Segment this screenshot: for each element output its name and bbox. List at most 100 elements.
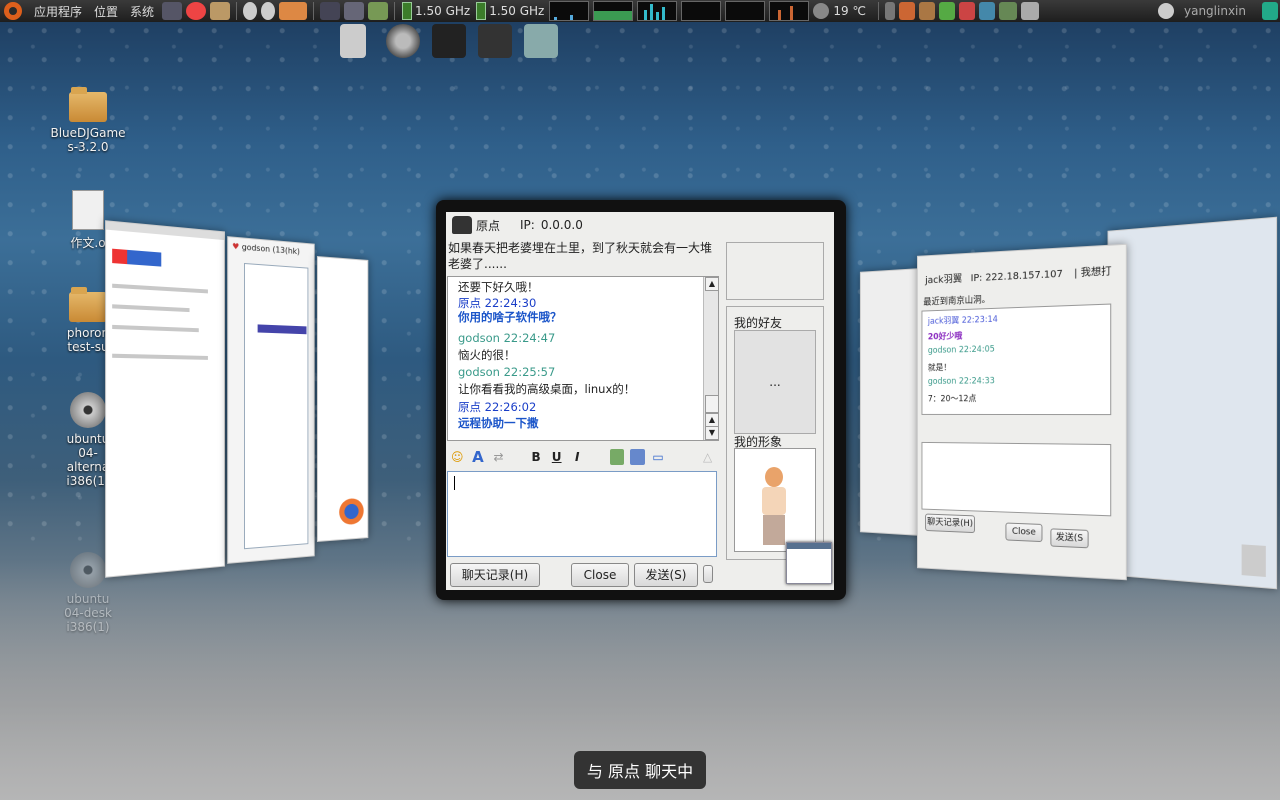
cpu-freq-2[interactable]: 1.50 GHz: [476, 2, 544, 20]
chat-history[interactable]: 还要下好久哦！ 原点 22:24:30 你用的啥子软件哦？ godson 22:24:…: [447, 276, 719, 441]
gnome-icon[interactable]: [386, 24, 420, 58]
history-button[interactable]: 聊天记录(H): [450, 563, 540, 587]
desktop-icon-bluedjgame[interactable]: BlueDJGame s-3.2.0: [42, 92, 134, 154]
gear-icon[interactable]: [1158, 3, 1174, 19]
screenshot-icon[interactable]: [630, 449, 645, 465]
cat-photo-icon[interactable]: [432, 24, 466, 58]
firefox-icon: [339, 498, 364, 525]
contact-photo-frame: [726, 242, 824, 300]
chat-message-line: godson 22:25:57: [458, 365, 555, 379]
send-options-button[interactable]: [703, 565, 713, 583]
close-button[interactable]: Close: [571, 563, 629, 587]
file-cabinet-icon: [1242, 544, 1266, 577]
chat-message-line: 让你看看我的高级桌面，linux的！: [458, 381, 635, 397]
fish-icon[interactable]: [279, 2, 307, 20]
terminal-icon[interactable]: [320, 2, 340, 20]
right-history-button[interactable]: 聊天记录(H): [925, 514, 975, 534]
notes-icon[interactable]: [368, 2, 388, 20]
cat-photo-icon[interactable]: [478, 24, 512, 58]
mem-monitor[interactable]: [593, 1, 633, 21]
right-send-button[interactable]: 发送(S: [1050, 528, 1088, 548]
file-cabinet-icon[interactable]: [340, 24, 366, 58]
tray-app-icon[interactable]: [899, 2, 915, 20]
right-chat-line: godson 22:24:05: [928, 345, 995, 356]
underline-icon[interactable]: U: [549, 449, 564, 465]
tray-app-icon[interactable]: [919, 2, 935, 20]
message-icon[interactable]: ▭: [651, 449, 666, 465]
swap-monitor[interactable]: [681, 1, 721, 21]
godson-chat-thumbnail[interactable]: ♥ godson (13(hk): [227, 236, 315, 564]
folder-icon: [69, 292, 107, 322]
chat-message-line: 原点 22:26:02: [458, 399, 536, 415]
window-thumbnail[interactable]: [860, 268, 919, 536]
menu-applications[interactable]: 应用程序: [28, 3, 88, 20]
ubuntu-logo-icon[interactable]: [4, 2, 22, 20]
chat-window[interactable]: 原点 IP: 0.0.0.0 如果春天把老婆埋在土里，到了秋天就会有一大堆老婆了…: [446, 212, 834, 590]
font-icon[interactable]: A: [471, 449, 486, 465]
firefox-window-thumbnail[interactable]: [317, 256, 368, 542]
cpu-icon: [476, 2, 486, 20]
file-manager-thumbnail[interactable]: [1108, 217, 1278, 590]
disk-monitor[interactable]: [769, 1, 809, 21]
net-monitor[interactable]: [637, 1, 677, 21]
jack-chat-thumbnail[interactable]: jack羽翼 IP: 222.18.157.107 | 我想打 最近到南京山洞。…: [917, 244, 1127, 581]
cpu-freq-1[interactable]: 1.50 GHz: [402, 2, 470, 20]
right-input-box[interactable]: [921, 442, 1111, 516]
friends-box[interactable]: ...: [734, 330, 816, 434]
right-chat-line: godson 22:24:33: [928, 376, 995, 387]
window-icon[interactable]: [344, 2, 364, 20]
menu-places[interactable]: 位置: [88, 3, 124, 20]
friends-more: ...: [735, 375, 815, 389]
right-chat-line: 就是！: [928, 361, 951, 373]
format-toolbar: ☺ A ⇄ B U I ▭ △: [446, 446, 718, 468]
send-button[interactable]: 发送(S): [634, 563, 698, 587]
right-close-button[interactable]: Close: [1005, 523, 1042, 543]
chat-message-line: godson 22:24:47: [458, 331, 555, 345]
bird-icon[interactable]: [524, 24, 558, 58]
eyes-icon[interactable]: [243, 2, 257, 20]
ip-value: 0.0.0.0: [541, 218, 583, 232]
scroll-up-icon[interactable]: ▲: [705, 413, 719, 427]
scroll-down-icon[interactable]: ▼: [705, 426, 719, 440]
eyes-icon[interactable]: [261, 2, 275, 20]
cpu-monitor[interactable]: [549, 1, 589, 21]
mini-window-thumbnail[interactable]: [786, 542, 832, 584]
text-caret: [454, 476, 455, 490]
weather-icon[interactable]: [813, 3, 829, 19]
menu-system[interactable]: 系统: [124, 3, 160, 20]
volume-icon[interactable]: [885, 2, 895, 20]
chat-message-line: 远程协助一下撒: [458, 415, 539, 431]
bold-icon[interactable]: B: [529, 449, 544, 465]
separator: [394, 2, 395, 20]
contact-avatar-icon: [452, 216, 472, 234]
network-icon[interactable]: [979, 2, 995, 20]
logout-icon[interactable]: [1262, 2, 1278, 20]
tray-app-icon[interactable]: [999, 2, 1017, 20]
image-icon[interactable]: [610, 449, 625, 465]
smiley-icon[interactable]: ☺: [450, 449, 465, 465]
user-name[interactable]: yanglinxin: [1184, 4, 1246, 18]
scroll-up-icon[interactable]: ▲: [705, 277, 719, 291]
right-history-pane[interactable]: jack羽翼 22:23:14 20好少哦 godson 22:24:05 就是！ go…: [921, 304, 1111, 416]
avatar-head-icon: [765, 467, 783, 487]
tray-app-icon[interactable]: [939, 2, 955, 20]
help-icon[interactable]: [186, 2, 206, 20]
package-icon[interactable]: [210, 2, 230, 20]
sound-launcher-icon[interactable]: [162, 2, 182, 20]
disc-icon: [70, 392, 106, 428]
load-monitor[interactable]: [725, 1, 765, 21]
nudge-icon[interactable]: ⇄: [491, 449, 506, 465]
browser-window-thumbnail[interactable]: [105, 220, 225, 578]
workspace-switcher-icon[interactable]: [1021, 2, 1039, 20]
history-scrollbar[interactable]: ▲ ▲ ▼: [703, 277, 718, 440]
avatar-legs-icon: [763, 515, 785, 545]
bell-icon[interactable]: △: [700, 449, 715, 465]
switcher-caption: 与 原点 聊天中: [574, 751, 706, 789]
tray-app-icon[interactable]: [959, 2, 975, 20]
right-chat-line: jack羽翼 22:23:14: [928, 313, 998, 327]
message-input[interactable]: [447, 471, 717, 557]
scroll-thumb[interactable]: [705, 395, 719, 413]
folder-icon: [69, 92, 107, 122]
right-chat-line: 7：20～12点: [928, 392, 977, 404]
italic-icon[interactable]: I: [570, 449, 585, 465]
